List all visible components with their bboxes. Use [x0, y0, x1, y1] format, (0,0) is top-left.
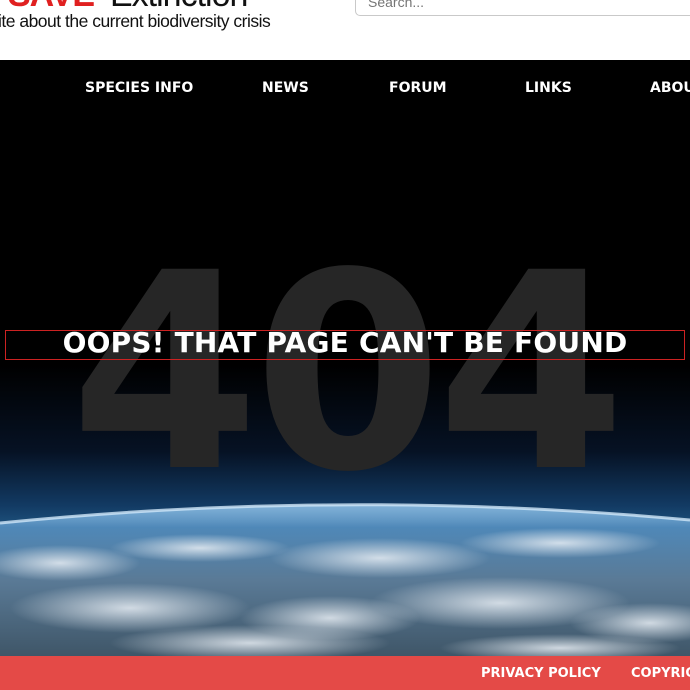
- error-code-404: 404: [70, 216, 626, 532]
- hero-section: 404 OOPS! THAT PAGE CAN'T BE FOUND: [0, 118, 690, 656]
- main-nav: SPECIES INFO NEWS FORUM LINKS ABOU: [0, 60, 690, 118]
- error-title: OOPS! THAT PAGE CAN'T BE FOUND: [62, 326, 628, 359]
- site-tagline: ite about the current biodiversity crisi…: [0, 11, 271, 31]
- nav-item-links[interactable]: LINKS: [525, 80, 572, 96]
- site-footer: PRIVACY POLICY COPYRIG: [0, 656, 690, 690]
- nav-item-news[interactable]: NEWS: [262, 80, 309, 96]
- nav-item-about[interactable]: ABOU: [650, 80, 690, 96]
- nav-item-forum[interactable]: FORUM: [389, 80, 447, 96]
- site-header: SAVE Extinction ite about the current bi…: [0, 0, 690, 60]
- footer-link-privacy-policy[interactable]: PRIVACY POLICY: [481, 666, 601, 681]
- nav-item-species-info[interactable]: SPECIES INFO: [85, 80, 193, 96]
- search-input[interactable]: [355, 0, 690, 16]
- footer-link-copyright[interactable]: COPYRIG: [631, 666, 690, 681]
